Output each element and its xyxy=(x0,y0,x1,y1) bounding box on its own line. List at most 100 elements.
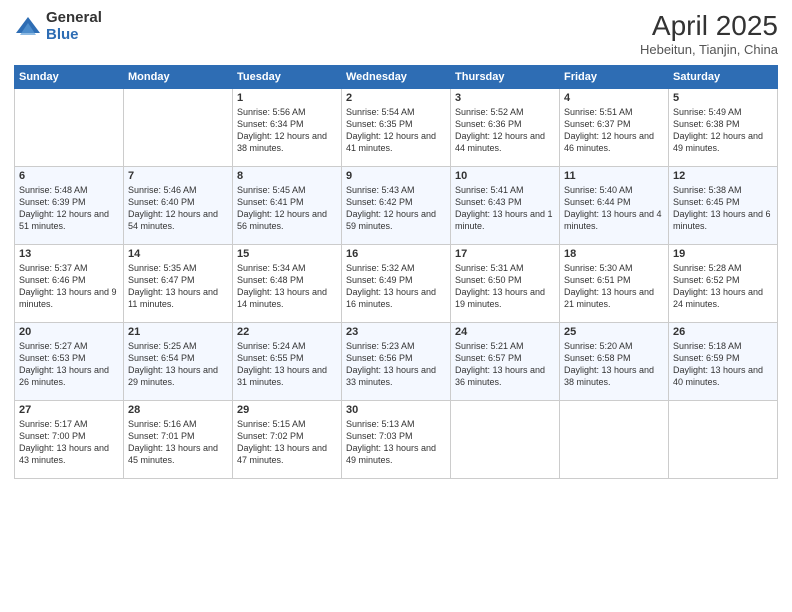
logo-blue: Blue xyxy=(46,27,102,44)
cell-5-4: 30 Sunrise: 5:13 AM Sunset: 7:03 PM Dayli… xyxy=(342,401,451,479)
cell-content: Sunrise: 5:15 AM Sunset: 7:02 PM Dayligh… xyxy=(237,418,337,467)
day-number: 7 xyxy=(128,170,228,182)
day-number: 17 xyxy=(455,248,555,260)
day-number: 8 xyxy=(237,170,337,182)
week-row-2: 6 Sunrise: 5:48 AM Sunset: 6:39 PM Daylig… xyxy=(15,167,778,245)
day-number: 12 xyxy=(673,170,773,182)
cell-1-6: 4 Sunrise: 5:51 AM Sunset: 6:37 PM Daylig… xyxy=(560,89,669,167)
day-number: 26 xyxy=(673,326,773,338)
week-row-4: 20Sunrise: 5:27 AM Sunset: 6:53 PM Dayli… xyxy=(15,323,778,401)
cell-3-6: 18 Sunrise: 5:30 AM Sunset: 6:51 PM Dayli… xyxy=(560,245,669,323)
day-number: 19 xyxy=(673,248,773,260)
cell-1-7: 5 Sunrise: 5:49 AM Sunset: 6:38 PM Daylig… xyxy=(669,89,778,167)
day-number: 23 xyxy=(346,326,446,338)
cell-4-2: 21 Sunrise: 5:25 AM Sunset: 6:54 PM Dayli… xyxy=(124,323,233,401)
cell-1-5: 3 Sunrise: 5:52 AM Sunset: 6:36 PM Daylig… xyxy=(451,89,560,167)
cell-content: Sunrise: 5:21 AM Sunset: 6:57 PM Dayligh… xyxy=(455,340,555,389)
cell-2-7: 12 Sunrise: 5:38 AM Sunset: 6:45 PM Dayli… xyxy=(669,167,778,245)
cell-content: Sunrise: 5:54 AM Sunset: 6:35 PM Dayligh… xyxy=(346,106,446,155)
cell-3-3: 15Sunrise: 5:34 AM Sunset: 6:48 PM Dayli… xyxy=(233,245,342,323)
header-tuesday: Tuesday xyxy=(233,66,342,89)
day-number: 21 xyxy=(128,326,228,338)
logo-general: General xyxy=(46,10,102,27)
cell-content: Sunrise: 5:48 AM Sunset: 6:39 PM Dayligh… xyxy=(19,184,119,233)
day-number: 22 xyxy=(237,326,337,338)
cell-content: Sunrise: 5:35 AM Sunset: 6:47 PM Dayligh… xyxy=(128,262,228,311)
cell-content: Sunrise: 5:32 AM Sunset: 6:49 PM Dayligh… xyxy=(346,262,446,311)
cell-content: Sunrise: 5:25 AM Sunset: 6:54 PM Dayligh… xyxy=(128,340,228,389)
header-monday: Monday xyxy=(124,66,233,89)
cell-content: Sunrise: 5:51 AM Sunset: 6:37 PM Dayligh… xyxy=(564,106,664,155)
logo-icon xyxy=(14,13,42,41)
day-number: 30 xyxy=(346,404,446,416)
week-row-3: 13 Sunrise: 5:37 AM Sunset: 6:46 PM Dayli… xyxy=(15,245,778,323)
cell-content: Sunrise: 5:37 AM Sunset: 6:46 PM Dayligh… xyxy=(19,262,119,311)
cell-1-2 xyxy=(124,89,233,167)
cell-4-6: 25Sunrise: 5:20 AM Sunset: 6:58 PM Dayli… xyxy=(560,323,669,401)
cell-3-1: 13 Sunrise: 5:37 AM Sunset: 6:46 PM Dayli… xyxy=(15,245,124,323)
cell-5-1: 27 Sunrise: 5:17 AM Sunset: 7:00 PM Dayli… xyxy=(15,401,124,479)
page: General Blue April 2025 Hebeitun, Tianji… xyxy=(0,0,792,612)
cell-content: Sunrise: 5:34 AM Sunset: 6:48 PM Dayligh… xyxy=(237,262,337,311)
cell-content: Sunrise: 5:56 AM Sunset: 6:34 PM Dayligh… xyxy=(237,106,337,155)
day-number: 24 xyxy=(455,326,555,338)
cell-content: Sunrise: 5:52 AM Sunset: 6:36 PM Dayligh… xyxy=(455,106,555,155)
header-friday: Friday xyxy=(560,66,669,89)
location: Hebeitun, Tianjin, China xyxy=(640,42,778,57)
cell-content: Sunrise: 5:27 AM Sunset: 6:53 PM Dayligh… xyxy=(19,340,119,389)
cell-content: Sunrise: 5:20 AM Sunset: 6:58 PM Dayligh… xyxy=(564,340,664,389)
cell-2-4: 9 Sunrise: 5:43 AM Sunset: 6:42 PM Daylig… xyxy=(342,167,451,245)
cell-content: Sunrise: 5:17 AM Sunset: 7:00 PM Dayligh… xyxy=(19,418,119,467)
day-number: 29 xyxy=(237,404,337,416)
cell-content: Sunrise: 5:49 AM Sunset: 6:38 PM Dayligh… xyxy=(673,106,773,155)
cell-1-3: 1 Sunrise: 5:56 AM Sunset: 6:34 PM Daylig… xyxy=(233,89,342,167)
cell-4-5: 24 Sunrise: 5:21 AM Sunset: 6:57 PM Dayli… xyxy=(451,323,560,401)
day-number: 11 xyxy=(564,170,664,182)
cell-3-2: 14 Sunrise: 5:35 AM Sunset: 6:47 PM Dayli… xyxy=(124,245,233,323)
cell-content: Sunrise: 5:28 AM Sunset: 6:52 PM Dayligh… xyxy=(673,262,773,311)
cell-4-4: 23 Sunrise: 5:23 AM Sunset: 6:56 PM Dayli… xyxy=(342,323,451,401)
cell-content: Sunrise: 5:30 AM Sunset: 6:51 PM Dayligh… xyxy=(564,262,664,311)
cell-content: Sunrise: 5:13 AM Sunset: 7:03 PM Dayligh… xyxy=(346,418,446,467)
header-wednesday: Wednesday xyxy=(342,66,451,89)
day-number: 3 xyxy=(455,92,555,104)
cell-4-7: 26Sunrise: 5:18 AM Sunset: 6:59 PM Dayli… xyxy=(669,323,778,401)
day-number: 14 xyxy=(128,248,228,260)
cell-1-1 xyxy=(15,89,124,167)
cell-1-4: 2Sunrise: 5:54 AM Sunset: 6:35 PM Daylig… xyxy=(342,89,451,167)
cell-5-5 xyxy=(451,401,560,479)
header-saturday: Saturday xyxy=(669,66,778,89)
header-sunday: Sunday xyxy=(15,66,124,89)
day-number: 13 xyxy=(19,248,119,260)
day-number: 5 xyxy=(673,92,773,104)
cell-5-3: 29 Sunrise: 5:15 AM Sunset: 7:02 PM Dayli… xyxy=(233,401,342,479)
day-number: 27 xyxy=(19,404,119,416)
week-row-1: 1 Sunrise: 5:56 AM Sunset: 6:34 PM Daylig… xyxy=(15,89,778,167)
header-thursday: Thursday xyxy=(451,66,560,89)
day-number: 18 xyxy=(564,248,664,260)
cell-content: Sunrise: 5:46 AM Sunset: 6:40 PM Dayligh… xyxy=(128,184,228,233)
week-row-5: 27 Sunrise: 5:17 AM Sunset: 7:00 PM Dayli… xyxy=(15,401,778,479)
day-number: 4 xyxy=(564,92,664,104)
day-number: 1 xyxy=(237,92,337,104)
day-number: 9 xyxy=(346,170,446,182)
day-number: 6 xyxy=(19,170,119,182)
day-number: 16 xyxy=(346,248,446,260)
cell-2-2: 7 Sunrise: 5:46 AM Sunset: 6:40 PM Daylig… xyxy=(124,167,233,245)
calendar: Sunday Monday Tuesday Wednesday Thursday… xyxy=(14,65,778,479)
cell-content: Sunrise: 5:43 AM Sunset: 6:42 PM Dayligh… xyxy=(346,184,446,233)
cell-5-2: 28Sunrise: 5:16 AM Sunset: 7:01 PM Dayli… xyxy=(124,401,233,479)
cell-5-7 xyxy=(669,401,778,479)
cell-4-3: 22 Sunrise: 5:24 AM Sunset: 6:55 PM Dayli… xyxy=(233,323,342,401)
cell-content: Sunrise: 5:41 AM Sunset: 6:43 PM Dayligh… xyxy=(455,184,555,233)
cell-content: Sunrise: 5:24 AM Sunset: 6:55 PM Dayligh… xyxy=(237,340,337,389)
cell-content: Sunrise: 5:38 AM Sunset: 6:45 PM Dayligh… xyxy=(673,184,773,233)
cell-content: Sunrise: 5:31 AM Sunset: 6:50 PM Dayligh… xyxy=(455,262,555,311)
cell-2-5: 10Sunrise: 5:41 AM Sunset: 6:43 PM Dayli… xyxy=(451,167,560,245)
cell-5-6 xyxy=(560,401,669,479)
logo-text: General Blue xyxy=(46,10,102,43)
cell-content: Sunrise: 5:23 AM Sunset: 6:56 PM Dayligh… xyxy=(346,340,446,389)
header: General Blue April 2025 Hebeitun, Tianji… xyxy=(14,10,778,57)
cell-2-3: 8Sunrise: 5:45 AM Sunset: 6:41 PM Daylig… xyxy=(233,167,342,245)
logo: General Blue xyxy=(14,10,102,43)
